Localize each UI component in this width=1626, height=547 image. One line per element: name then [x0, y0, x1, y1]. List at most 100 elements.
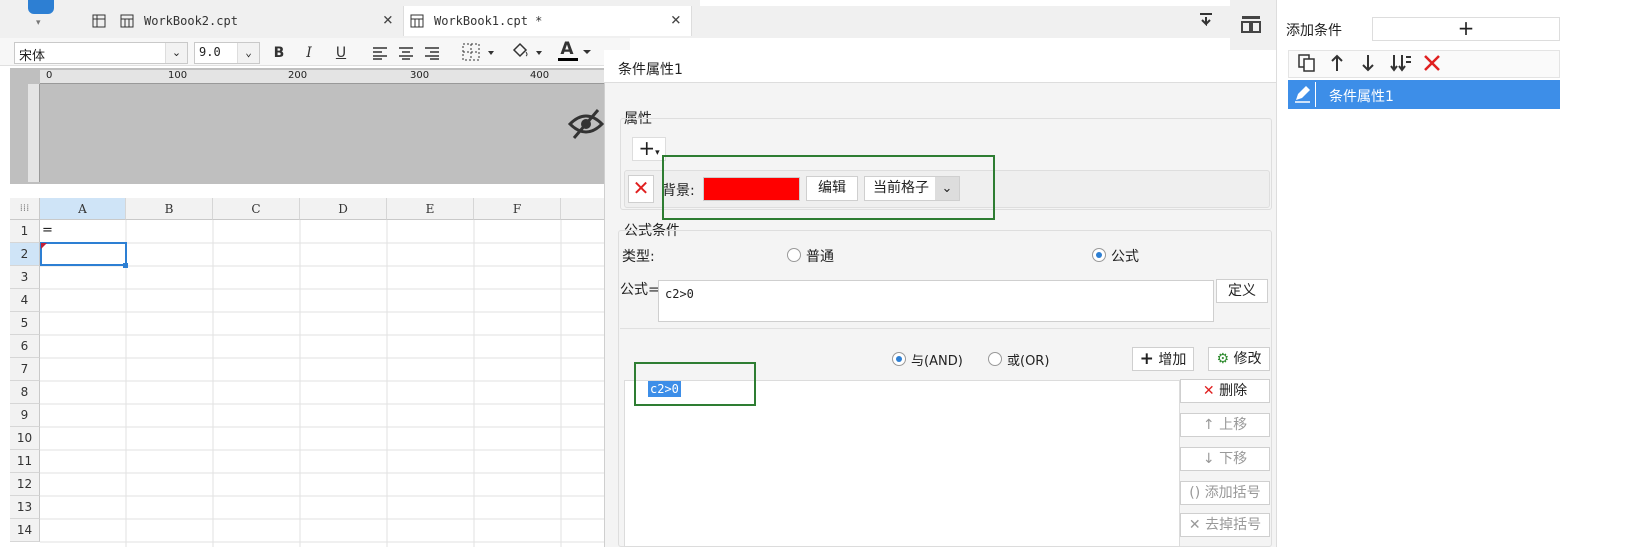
- column-header[interactable]: F: [474, 198, 561, 220]
- font-size-select[interactable]: 9.0 ⌄: [194, 42, 260, 64]
- add-bracket-label: 添加括号: [1204, 485, 1261, 501]
- vertical-ruler: [28, 84, 40, 182]
- horizontal-ruler: 0 100 200 300 400: [40, 70, 620, 84]
- arrow-up-icon[interactable]: [1330, 54, 1344, 72]
- or-label: 或(OR): [1007, 354, 1050, 369]
- underline-button[interactable]: U: [330, 42, 352, 64]
- column-header[interactable]: C: [213, 198, 300, 220]
- remove-bracket-icon: ✕: [1188, 517, 1201, 533]
- tab-label: WorkBook2.cpt: [144, 14, 238, 28]
- formula-input[interactable]: c2>0: [658, 280, 1214, 322]
- chevron-down-icon[interactable]: ⌄: [165, 43, 187, 63]
- hide-preview-icon[interactable]: [568, 108, 604, 140]
- type-formula-radio[interactable]: [1092, 248, 1106, 262]
- add-attribute-button[interactable]: +▾: [632, 137, 666, 161]
- close-icon: ✕: [1202, 383, 1215, 399]
- plus-icon: +: [1139, 349, 1154, 369]
- format-toolbar: 宋体 ⌄ 9.0 ⌄ B I U A: [0, 38, 630, 66]
- edit-pencil-icon[interactable]: [1290, 82, 1316, 107]
- arrow-down-icon: ↓: [1202, 451, 1215, 467]
- close-tab-icon[interactable]: ×: [383, 10, 393, 30]
- formula-label: 公式=: [620, 282, 660, 298]
- modify-icon: ⚙: [1216, 351, 1230, 367]
- row-header[interactable]: 10: [10, 427, 40, 450]
- cell-a1[interactable]: =: [42, 223, 53, 238]
- arrow-down-icon[interactable]: [1361, 54, 1375, 72]
- select-all-icon[interactable]: ⁞⁞⁞: [10, 198, 40, 220]
- add-condition-label: 添加条件: [1286, 23, 1342, 39]
- row-header[interactable]: 7: [10, 358, 40, 381]
- tab-workbook1[interactable]: WorkBook1.cpt * ×: [404, 6, 692, 36]
- layout-panel-icon[interactable]: [1240, 14, 1262, 34]
- and-radio[interactable]: [892, 352, 906, 366]
- fill-handle[interactable]: [123, 263, 128, 268]
- report-icon: [120, 14, 134, 28]
- tab-bar-spacer: [692, 6, 1232, 38]
- add-button[interactable]: + 增加: [1132, 347, 1194, 371]
- app-menu-icon[interactable]: [28, 0, 54, 14]
- arrow-up-icon: ↑: [1202, 417, 1215, 433]
- align-center-icon[interactable]: [398, 46, 414, 60]
- remove-bracket-label: 去掉括号: [1205, 517, 1262, 533]
- chevron-down-icon[interactable]: [582, 48, 592, 56]
- chevron-down-icon[interactable]: ⌄: [237, 43, 259, 63]
- row-header[interactable]: 13: [10, 496, 40, 519]
- border-icon[interactable]: [462, 43, 496, 61]
- close-tab-icon[interactable]: ×: [671, 10, 681, 30]
- column-header[interactable]: E: [387, 198, 474, 220]
- delete-attribute-icon[interactable]: ✕: [628, 175, 654, 203]
- bracket-icon: (): [1189, 485, 1201, 501]
- bold-button[interactable]: B: [268, 42, 290, 64]
- ruler-mark: 400: [530, 70, 550, 81]
- row-header[interactable]: 11: [10, 450, 40, 473]
- and-label: 与(AND): [911, 354, 963, 369]
- delete-condition-icon[interactable]: [1423, 55, 1441, 71]
- type-formula-label: 公式: [1111, 249, 1139, 265]
- row-header[interactable]: 5: [10, 312, 40, 335]
- row-header[interactable]: 4: [10, 289, 40, 312]
- tab-list-dropdown-icon[interactable]: [1198, 12, 1214, 26]
- row-header[interactable]: 9: [10, 404, 40, 427]
- grid-lines: [40, 220, 630, 547]
- font-family-select[interactable]: 宋体 ⌄: [14, 42, 188, 64]
- define-button[interactable]: 定义: [1216, 279, 1268, 303]
- italic-button[interactable]: I: [298, 42, 320, 64]
- copy-icon[interactable]: [1298, 54, 1316, 72]
- column-header[interactable]: B: [126, 198, 213, 220]
- report-icon: [410, 14, 424, 28]
- font-size-value: 9.0: [199, 45, 221, 59]
- align-left-icon[interactable]: [372, 46, 388, 60]
- selected-cell-a2[interactable]: [40, 242, 127, 266]
- tab-label: WorkBook1.cpt *: [434, 14, 543, 28]
- type-normal-radio[interactable]: [787, 248, 801, 262]
- or-radio[interactable]: [988, 352, 1002, 366]
- delete-button[interactable]: ✕ 删除: [1180, 379, 1270, 403]
- row-header[interactable]: 1: [10, 220, 40, 243]
- row-header[interactable]: 8: [10, 381, 40, 404]
- move-up-label: 上移: [1219, 417, 1248, 433]
- align-right-icon[interactable]: [424, 46, 440, 60]
- move-up-button[interactable]: ↑ 上移: [1180, 413, 1270, 437]
- row-header[interactable]: 12: [10, 473, 40, 496]
- column-header[interactable]: A: [40, 198, 126, 220]
- move-bottom-icon[interactable]: [1390, 54, 1412, 72]
- type-normal-label: 普通: [806, 249, 834, 265]
- column-header[interactable]: D: [300, 198, 387, 220]
- remove-bracket-button[interactable]: ✕ 去掉括号: [1180, 513, 1270, 537]
- app-menu-chevron-icon[interactable]: ▾: [36, 18, 41, 28]
- add-condition-button[interactable]: +: [1372, 17, 1560, 41]
- print-preview-area: [10, 68, 630, 184]
- ruler-mark: 0: [46, 70, 53, 81]
- move-down-label: 下移: [1219, 451, 1248, 467]
- row-header[interactable]: 6: [10, 335, 40, 358]
- row-header[interactable]: 3: [10, 266, 40, 289]
- modify-button[interactable]: ⚙ 修改: [1208, 347, 1270, 371]
- move-down-button[interactable]: ↓ 下移: [1180, 447, 1270, 471]
- row-header[interactable]: 2: [10, 243, 40, 266]
- font-color-button[interactable]: A: [556, 38, 578, 60]
- row-header[interactable]: 14: [10, 519, 40, 542]
- fill-color-icon[interactable]: [510, 42, 546, 62]
- ruler-mark: 200: [288, 70, 308, 81]
- add-bracket-button[interactable]: () 添加括号: [1180, 481, 1270, 505]
- tab-workbook2[interactable]: WorkBook2.cpt ×: [84, 6, 404, 36]
